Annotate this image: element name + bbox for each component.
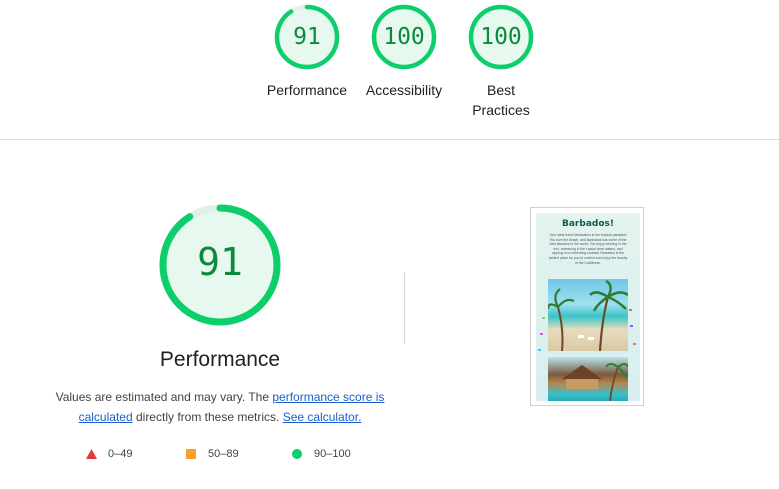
- screenshot-title: Barbados!: [562, 219, 614, 229]
- square-icon: [186, 449, 196, 459]
- desc-middle: directly from these metrics.: [132, 410, 283, 424]
- confetti-mark: [630, 325, 633, 327]
- score-best-practices: 100: [480, 24, 522, 50]
- legend-pass-range: 90–100: [314, 448, 351, 460]
- confetti-mark: [538, 349, 541, 351]
- vertical-divider: [404, 272, 405, 344]
- legend-fail-range: 0–49: [108, 448, 133, 460]
- hut-icon: [562, 363, 629, 401]
- resort-image: [548, 357, 629, 401]
- screenshot-text: Your ideal travel destination is the tro…: [548, 233, 628, 265]
- circle-icon: [292, 449, 302, 459]
- score-performance: 91: [293, 24, 321, 50]
- performance-description: Values are estimated and may vary. The p…: [55, 387, 385, 427]
- performance-gauge-large: 91: [158, 203, 282, 327]
- confetti-mark: [540, 333, 543, 335]
- final-screenshot[interactable]: Barbados! Your ideal travel destination …: [530, 207, 644, 406]
- desc-prefix: Values are estimated and may vary. The: [55, 390, 273, 404]
- legend-average-range: 50–89: [208, 448, 239, 460]
- palm-tree-icon: [546, 279, 629, 352]
- score-accessibility: 100: [383, 24, 425, 50]
- gauge-label-best-practices: Best Practices: [472, 82, 530, 118]
- see-calculator-link[interactable]: See calculator.: [283, 410, 362, 424]
- confetti-mark: [542, 317, 545, 319]
- gauge-best-practices[interactable]: 100 Best Practices: [441, 4, 561, 120]
- beach-image: [546, 279, 629, 352]
- page-screenshot-thumbnail: Barbados! Your ideal travel destination …: [536, 213, 640, 401]
- category-scores-header: 91 Performance 100 Accessibility 100 Bes…: [0, 0, 779, 140]
- confetti-mark: [633, 343, 636, 345]
- triangle-icon: [86, 449, 97, 459]
- confetti-mark: [629, 309, 632, 311]
- performance-score: 91: [197, 240, 243, 284]
- performance-title: Performance: [159, 348, 281, 371]
- score-scale-legend: 0–49 50–89 90–100: [0, 446, 440, 462]
